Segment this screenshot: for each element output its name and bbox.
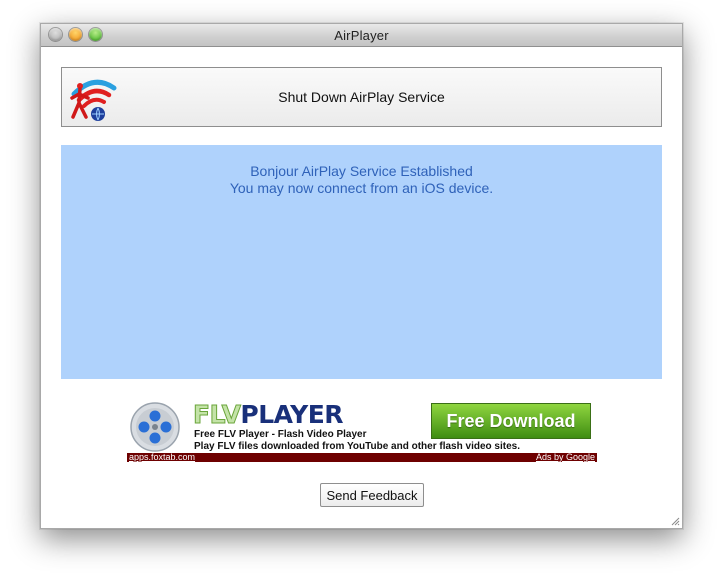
minimize-window-button[interactable]	[69, 28, 82, 41]
airplayer-window: AirPlayer Shut Down AirPlay Service Bonj…	[40, 23, 683, 529]
status-panel: Bonjour AirPlay Service Established You …	[61, 145, 662, 379]
ad-footer: apps.foxtab.com Ads by Google	[127, 452, 597, 462]
send-feedback-button[interactable]: Send Feedback	[320, 483, 424, 507]
film-reel-icon	[130, 402, 180, 452]
ad-description: Play FLV files downloaded from YouTube a…	[194, 441, 520, 452]
shut-down-service-button[interactable]: Shut Down AirPlay Service	[61, 67, 662, 127]
window-title: AirPlayer	[334, 27, 389, 43]
airplay-broadcast-icon	[70, 79, 117, 121]
window-controls	[49, 28, 102, 41]
resize-grip-icon[interactable]	[670, 516, 680, 526]
ad-source-link[interactable]: apps.foxtab.com	[129, 452, 195, 462]
status-line-established: Bonjour AirPlay Service Established	[250, 163, 473, 179]
ads-by-google-link[interactable]: Ads by Google	[536, 452, 595, 462]
ad-brand-player: PLAYER	[240, 402, 344, 429]
zoom-window-button[interactable]	[89, 28, 102, 41]
ad-brand-flv: FLV	[192, 402, 241, 430]
ad-brand: FLVPLAYER	[192, 402, 344, 430]
status-line-connect: You may now connect from an iOS device.	[229, 180, 494, 196]
title-bar[interactable]: AirPlayer	[41, 24, 682, 47]
ad-banner[interactable]: FLVPLAYER Free FLV Player - Flash Video …	[127, 402, 597, 462]
ad-title: Free FLV Player - Flash Video Player	[194, 429, 367, 440]
free-download-button[interactable]: Free Download	[431, 403, 591, 439]
shut-down-service-label: Shut Down AirPlay Service	[278, 89, 445, 105]
close-window-button[interactable]	[49, 28, 62, 41]
